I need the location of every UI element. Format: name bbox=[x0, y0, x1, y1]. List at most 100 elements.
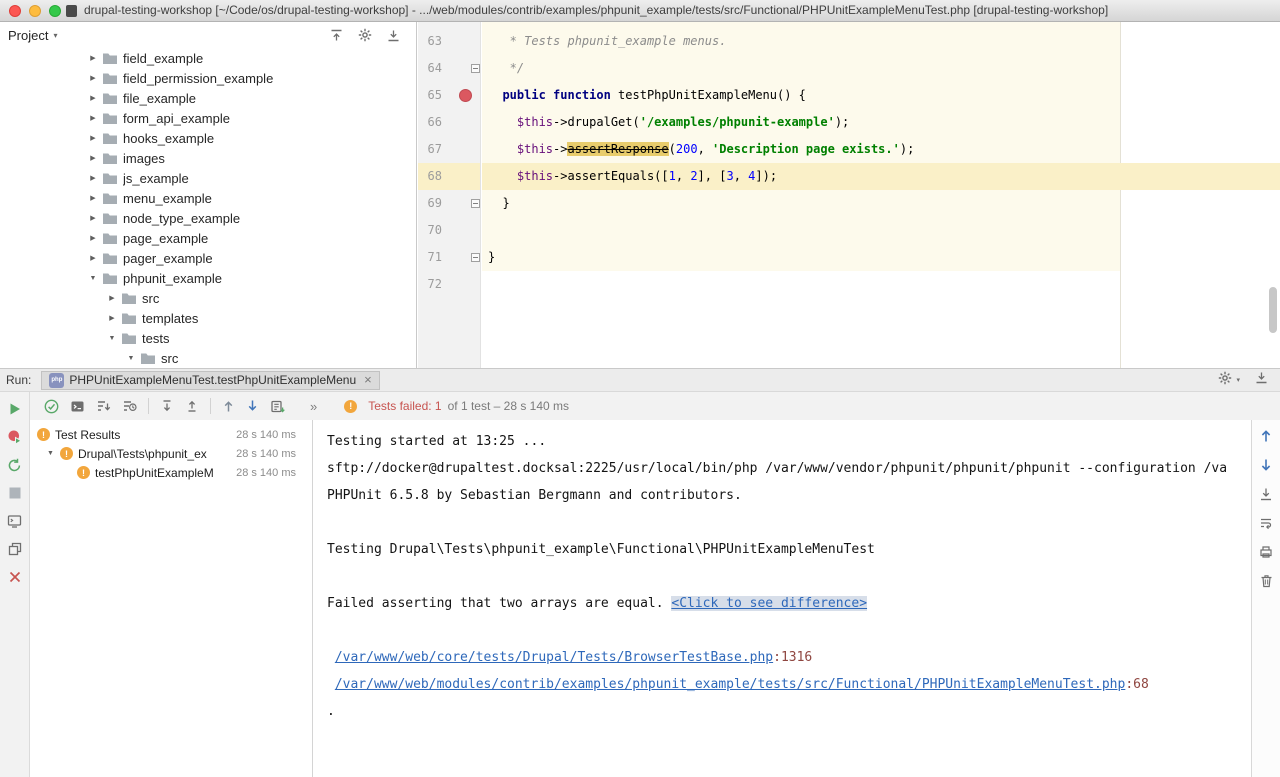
project-tree-item-js_example[interactable]: ▶js_example bbox=[0, 168, 416, 188]
code-line-67[interactable]: $this->assertResponse(200, 'Description … bbox=[482, 136, 1280, 163]
project-tree-item-file_example[interactable]: ▶file_example bbox=[0, 88, 416, 108]
hide-panel-icon[interactable] bbox=[1255, 371, 1268, 389]
code-line-65[interactable]: public function testPhpUnitExampleMenu()… bbox=[482, 82, 1280, 109]
chevron-collapsed-icon[interactable]: ▶ bbox=[86, 234, 100, 242]
project-tree-item-phpunit_example[interactable]: ▼phpunit_example bbox=[0, 268, 416, 288]
previous-failed-test-icon[interactable] bbox=[222, 399, 235, 413]
code-area[interactable]: * Tests phpunit_example menus. */ public… bbox=[482, 28, 1280, 298]
restore-layout-icon[interactable] bbox=[7, 541, 23, 557]
clear-console-icon[interactable] bbox=[1258, 573, 1274, 589]
code-line-64[interactable]: */ bbox=[482, 55, 1280, 82]
console-line bbox=[327, 509, 1251, 536]
down-stack-trace-icon[interactable] bbox=[1258, 457, 1274, 473]
hide-panel-icon[interactable] bbox=[387, 29, 400, 42]
chevron-collapsed-icon[interactable]: ▶ bbox=[86, 74, 100, 82]
chevron-collapsed-icon[interactable]: ▶ bbox=[105, 294, 119, 302]
project-tree-item-node_type_example[interactable]: ▶node_type_example bbox=[0, 208, 416, 228]
folder-icon bbox=[102, 212, 118, 225]
file-link[interactable]: /var/www/web/core/tests/Drupal/Tests/Bro… bbox=[335, 650, 773, 665]
chevron-collapsed-icon[interactable]: ▶ bbox=[86, 114, 100, 122]
chevron-collapsed-icon[interactable]: ▶ bbox=[86, 254, 100, 262]
project-item-label: templates bbox=[142, 311, 198, 326]
chevron-collapsed-icon[interactable]: ▶ bbox=[86, 94, 100, 102]
show-console-icon[interactable] bbox=[7, 513, 23, 529]
soft-wrap-icon[interactable] bbox=[1258, 515, 1274, 531]
expand-all-icon[interactable] bbox=[160, 399, 174, 413]
project-tree-item-images[interactable]: ▶images bbox=[0, 148, 416, 168]
toolbar-overflow-chevron[interactable]: » bbox=[310, 399, 317, 414]
settings-gear-icon[interactable] bbox=[358, 28, 372, 42]
code-line-72[interactable] bbox=[482, 271, 1280, 298]
collapse-all-icon[interactable] bbox=[330, 29, 343, 42]
project-tree-item-templates[interactable]: ▶ templates bbox=[0, 308, 416, 328]
run-tab[interactable]: php PHPUnitExampleMenuTest.testPhpUnitEx… bbox=[41, 371, 379, 390]
zoom-window-button[interactable] bbox=[49, 5, 61, 17]
chevron-expanded-icon[interactable]: ▼ bbox=[86, 275, 100, 282]
project-tree-item-src[interactable]: ▶src bbox=[0, 288, 416, 308]
chevron-expanded-icon[interactable]: ▼ bbox=[105, 335, 119, 342]
folder-icon bbox=[102, 52, 118, 65]
test-tree-row[interactable]: !testPhpUnitExampleM28 s 140 ms bbox=[31, 463, 312, 482]
project-tree-item-pager_example[interactable]: ▶pager_example bbox=[0, 248, 416, 268]
project-tree-item-hooks_example[interactable]: ▶hooks_example bbox=[0, 128, 416, 148]
close-tab-icon[interactable]: × bbox=[364, 374, 372, 386]
code-line-66[interactable]: $this->drupalGet('/examples/phpunit-exam… bbox=[482, 109, 1280, 136]
chevron-collapsed-icon[interactable]: ▶ bbox=[86, 174, 100, 182]
minimize-window-button[interactable] bbox=[29, 5, 41, 17]
export-test-results-icon[interactable] bbox=[1258, 486, 1274, 502]
sort-alphabetically-icon[interactable] bbox=[96, 399, 111, 414]
collapse-all-icon[interactable] bbox=[185, 399, 199, 413]
chevron-expanded-icon[interactable]: ▼ bbox=[47, 450, 60, 457]
diff-link[interactable]: <Click to see difference> bbox=[671, 596, 867, 611]
rerun-failed-tests-icon[interactable] bbox=[7, 429, 23, 445]
code-line-68[interactable]: $this->assertEquals([1, 2], [3, 4]); bbox=[482, 163, 1280, 190]
test-status: ! Tests failed: 1 of 1 test – 28 s 140 m… bbox=[344, 399, 569, 413]
fold-marker-icon[interactable] bbox=[471, 199, 480, 208]
file-link[interactable]: /var/www/web/modules/contrib/examples/ph… bbox=[335, 677, 1126, 692]
project-tree-item-menu_example[interactable]: ▶menu_example bbox=[0, 188, 416, 208]
project-tree-item-field_example[interactable]: ▶field_example bbox=[0, 48, 416, 68]
code-line-63[interactable]: * Tests phpunit_example menus. bbox=[482, 28, 1280, 55]
show-passed-icon[interactable] bbox=[44, 399, 59, 414]
stop-icon[interactable] bbox=[7, 485, 23, 501]
code-line-69[interactable]: } bbox=[482, 190, 1280, 217]
chevron-collapsed-icon[interactable]: ▶ bbox=[86, 194, 100, 202]
editor[interactable]: 63646566676869707172 * Tests phpunit_exa… bbox=[418, 22, 1280, 368]
settings-gear-icon[interactable] bbox=[1218, 371, 1232, 390]
project-tree-item-src[interactable]: ▼src bbox=[0, 348, 416, 368]
code-line-71[interactable]: } bbox=[482, 244, 1280, 271]
project-tree-item-form_api_example[interactable]: ▶form_api_example bbox=[0, 108, 416, 128]
sort-by-duration-icon[interactable] bbox=[122, 399, 137, 414]
folder-icon bbox=[121, 332, 137, 345]
toggle-auto-test-icon[interactable] bbox=[7, 457, 23, 473]
code-token: , bbox=[698, 142, 712, 156]
chevron-expanded-icon[interactable]: ▼ bbox=[124, 355, 138, 362]
project-tree-item-tests[interactable]: ▼tests bbox=[0, 328, 416, 348]
project-tree-item-field_permission_example[interactable]: ▶field_permission_example bbox=[0, 68, 416, 88]
close-window-button[interactable] bbox=[9, 5, 21, 17]
rerun-tests-icon[interactable] bbox=[7, 401, 23, 417]
code-line-70[interactable] bbox=[482, 217, 1280, 244]
fold-marker-icon[interactable] bbox=[471, 253, 480, 262]
chevron-collapsed-icon[interactable]: ▶ bbox=[86, 154, 100, 162]
caret-down-icon: ▾ bbox=[1236, 376, 1240, 384]
test-tree-row[interactable]: !Test Results28 s 140 ms bbox=[31, 425, 312, 444]
show-ignored-icon[interactable] bbox=[70, 399, 85, 414]
failed-test-gutter-icon[interactable] bbox=[459, 89, 472, 102]
test-history-icon[interactable] bbox=[270, 399, 285, 414]
chevron-collapsed-icon[interactable]: ▶ bbox=[86, 54, 100, 62]
close-panel-icon[interactable] bbox=[7, 569, 23, 585]
chevron-collapsed-icon[interactable]: ▶ bbox=[86, 214, 100, 222]
project-panel-title[interactable]: Project bbox=[8, 28, 48, 43]
project-panel: Project ▾ ▶field_example▶field_permissio… bbox=[0, 22, 417, 368]
next-failed-test-icon[interactable] bbox=[246, 399, 259, 413]
up-stack-trace-icon[interactable] bbox=[1258, 428, 1274, 444]
print-icon[interactable] bbox=[1258, 544, 1274, 560]
caret-down-icon[interactable]: ▾ bbox=[53, 31, 57, 40]
project-tree-item-page_example[interactable]: ▶page_example bbox=[0, 228, 416, 248]
chevron-collapsed-icon[interactable]: ▶ bbox=[86, 134, 100, 142]
editor-scrollbar-thumb[interactable] bbox=[1269, 287, 1277, 333]
fold-marker-icon[interactable] bbox=[471, 64, 480, 73]
test-tree-row[interactable]: ▼!Drupal\Tests\phpunit_ex28 s 140 ms bbox=[31, 444, 312, 463]
chevron-collapsed-icon[interactable]: ▶ bbox=[105, 314, 119, 322]
